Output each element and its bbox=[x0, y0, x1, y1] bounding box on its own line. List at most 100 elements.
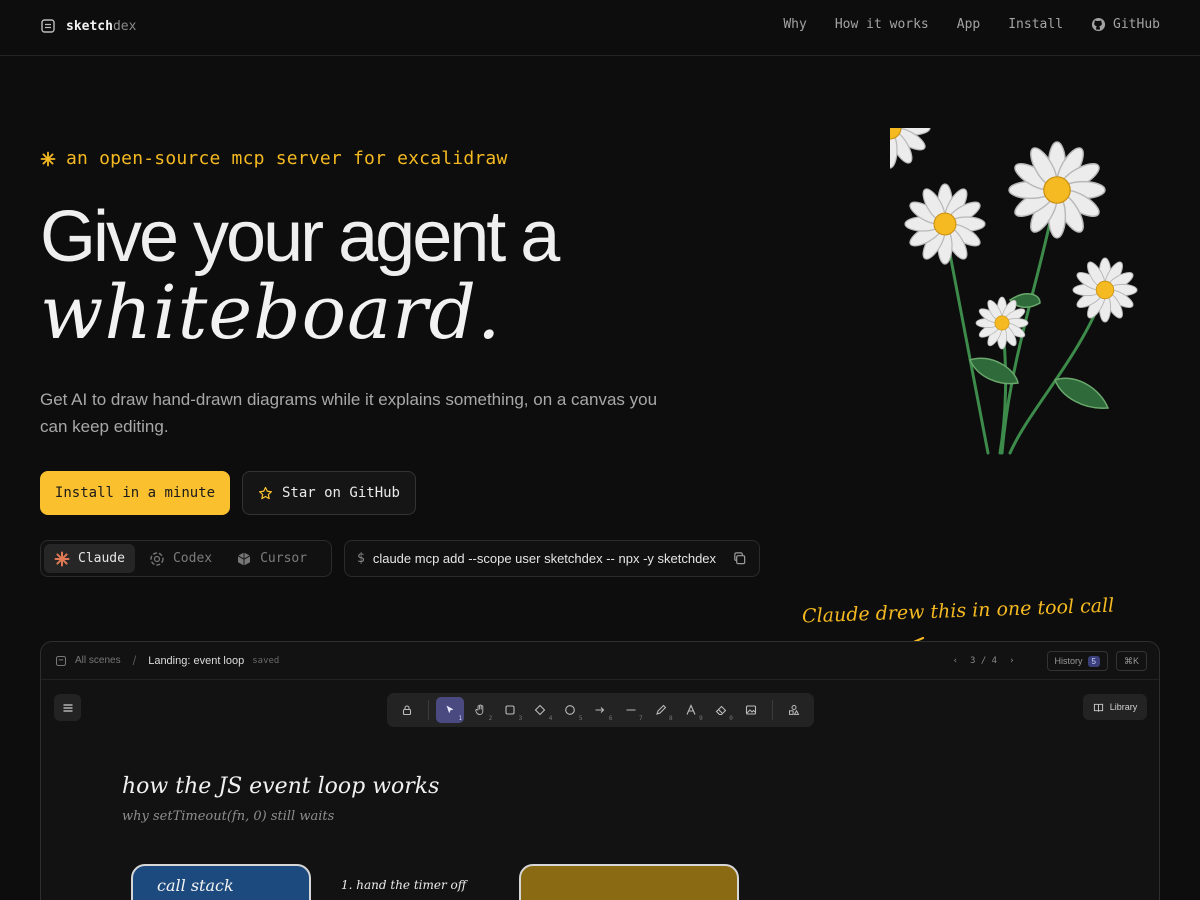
tool-shortcut: 1 bbox=[458, 715, 463, 722]
star-github-button[interactable]: Star on GitHub bbox=[242, 471, 416, 515]
tab-cursor[interactable]: Cursor bbox=[226, 544, 317, 573]
eraser-icon bbox=[715, 705, 727, 716]
pencil-icon bbox=[655, 704, 666, 715]
tool-shortcut: 8 bbox=[669, 715, 673, 722]
claude-icon bbox=[54, 551, 70, 566]
tool-rectangle[interactable]: 3 bbox=[496, 697, 524, 723]
nav-link-github[interactable]: GitHub bbox=[1091, 17, 1160, 32]
tab-claude[interactable]: Claude bbox=[44, 544, 135, 573]
pager-position: 3 / 4 bbox=[970, 656, 998, 666]
tool-diamond[interactable]: 4 bbox=[526, 697, 554, 723]
tool-shortcut: 2 bbox=[488, 715, 493, 722]
hand-icon bbox=[475, 704, 484, 715]
scene-pager: ‹ 3 / 4 › bbox=[953, 656, 1015, 666]
ellipse-icon bbox=[565, 705, 576, 715]
client-tabs: Claude Codex Cursor bbox=[40, 540, 332, 577]
brand-name: sketch bbox=[66, 18, 113, 34]
rectangle-icon bbox=[505, 705, 515, 715]
app-topbar: All scenes / Landing: event loop saved ‹… bbox=[41, 642, 1159, 680]
book-icon bbox=[1093, 703, 1103, 712]
hero-lede: Get AI to draw hand-drawn diagrams while… bbox=[40, 390, 658, 436]
shell-prompt: $ bbox=[357, 551, 365, 566]
tool-shortcut: 3 bbox=[518, 715, 523, 722]
hero-title-line1: Give your agent a bbox=[40, 197, 560, 277]
saved-status: saved bbox=[252, 655, 280, 666]
tool-ellipse[interactable]: 5 bbox=[556, 697, 584, 723]
nav-link-app[interactable]: App bbox=[957, 17, 980, 32]
step-1-label[interactable]: 1. hand the timer off bbox=[341, 878, 466, 892]
star-icon bbox=[258, 486, 272, 499]
brand-suffix: dex bbox=[112, 18, 137, 34]
top-nav: sketchdex Why How it works App Install G… bbox=[0, 0, 1200, 56]
sketch-logo-icon bbox=[41, 19, 55, 33]
canvas-subtitle[interactable]: why setTimeout(fn, 0) still waits bbox=[122, 809, 334, 824]
nav-link-install[interactable]: Install bbox=[1008, 17, 1063, 32]
menu-button[interactable] bbox=[54, 694, 81, 721]
pager-next[interactable]: › bbox=[1009, 656, 1014, 666]
breadcrumb: All scenes / Landing: event loop saved bbox=[55, 653, 279, 668]
tool-hand[interactable]: 2 bbox=[466, 697, 494, 723]
history-label: History bbox=[1054, 656, 1083, 666]
pager-prev[interactable]: ‹ bbox=[953, 656, 958, 666]
web-api-box[interactable] bbox=[519, 864, 739, 900]
install-command-text: claude mcp add --scope user sketchdex --… bbox=[372, 551, 717, 566]
history-button[interactable]: History 5 bbox=[1046, 651, 1108, 671]
tool-arrow[interactable]: 6 bbox=[586, 697, 614, 723]
tool-shapes[interactable] bbox=[780, 697, 808, 723]
call-stack-label: call stack bbox=[157, 876, 234, 895]
history-count-badge: 5 bbox=[1087, 655, 1100, 667]
tab-cursor-label: Cursor bbox=[260, 551, 308, 566]
sparkle-icon bbox=[40, 151, 56, 166]
tab-claude-label: Claude bbox=[78, 551, 125, 566]
nav-link-how-it-works[interactable]: How it works bbox=[835, 17, 929, 32]
tool-eraser[interactable]: 0 bbox=[707, 697, 735, 723]
brand-logo[interactable]: sketchdex bbox=[40, 18, 136, 34]
arrow-icon bbox=[595, 707, 605, 713]
install-button[interactable]: Install in a minute bbox=[40, 471, 230, 515]
app-preview-window: All scenes / Landing: event loop saved ‹… bbox=[40, 641, 1160, 900]
copy-icon[interactable] bbox=[732, 551, 747, 566]
crumb-all-scenes[interactable]: All scenes bbox=[75, 655, 121, 666]
tool-shortcut: 4 bbox=[548, 715, 553, 722]
install-command-box: $ claude mcp add --scope user sketchdex … bbox=[344, 540, 760, 577]
tool-image[interactable] bbox=[737, 697, 765, 723]
star-github-label: Star on GitHub bbox=[281, 485, 400, 501]
library-button[interactable]: Library bbox=[1083, 694, 1147, 720]
text-icon bbox=[686, 704, 696, 715]
diamond-icon bbox=[535, 704, 546, 716]
tool-pencil[interactable]: 8 bbox=[647, 697, 675, 723]
canvas-title[interactable]: how the JS event loop works bbox=[122, 774, 439, 799]
crumb-separator: / bbox=[132, 653, 137, 668]
cursor-icon bbox=[237, 552, 251, 565]
tool-shortcut: 7 bbox=[638, 715, 643, 722]
scenes-icon bbox=[55, 655, 67, 666]
lock-icon bbox=[402, 705, 412, 716]
tool-lock[interactable] bbox=[393, 697, 421, 723]
shapes-icon bbox=[788, 705, 800, 715]
library-label: Library bbox=[1109, 702, 1138, 712]
command-palette-button[interactable]: ⌘K bbox=[1115, 651, 1147, 671]
hero-title-line2: whiteboard. bbox=[40, 270, 502, 356]
nav-github-label: GitHub bbox=[1113, 17, 1160, 32]
hero-kicker: an open-source mcp server for excalidraw bbox=[40, 148, 507, 169]
scene-title[interactable]: Landing: event loop bbox=[148, 655, 244, 667]
toolbar-divider bbox=[428, 700, 430, 720]
tool-text[interactable]: 9 bbox=[677, 697, 705, 723]
tool-shortcut: 0 bbox=[729, 715, 733, 722]
line-icon bbox=[626, 709, 636, 711]
annotation-text: Claude drew this in one tool call bbox=[801, 594, 1115, 628]
drawing-toolbar: 1 2 3 4 5 6 7 8 9 0 bbox=[387, 693, 814, 727]
nav-link-why[interactable]: Why bbox=[783, 17, 806, 32]
tool-shortcut: 6 bbox=[608, 715, 613, 722]
kicker-text: an open-source mcp server for excalidraw bbox=[66, 148, 508, 169]
codex-icon bbox=[150, 551, 164, 566]
tool-shortcut: 9 bbox=[699, 715, 703, 722]
image-icon bbox=[745, 705, 756, 715]
tab-codex-label: Codex bbox=[172, 551, 213, 566]
github-icon bbox=[1091, 17, 1106, 32]
daisies-illustration bbox=[890, 128, 1138, 455]
pointer-icon bbox=[446, 705, 454, 714]
tool-select[interactable]: 1 bbox=[436, 697, 465, 723]
tab-codex[interactable]: Codex bbox=[139, 544, 222, 573]
tool-line[interactable]: 7 bbox=[617, 697, 645, 723]
